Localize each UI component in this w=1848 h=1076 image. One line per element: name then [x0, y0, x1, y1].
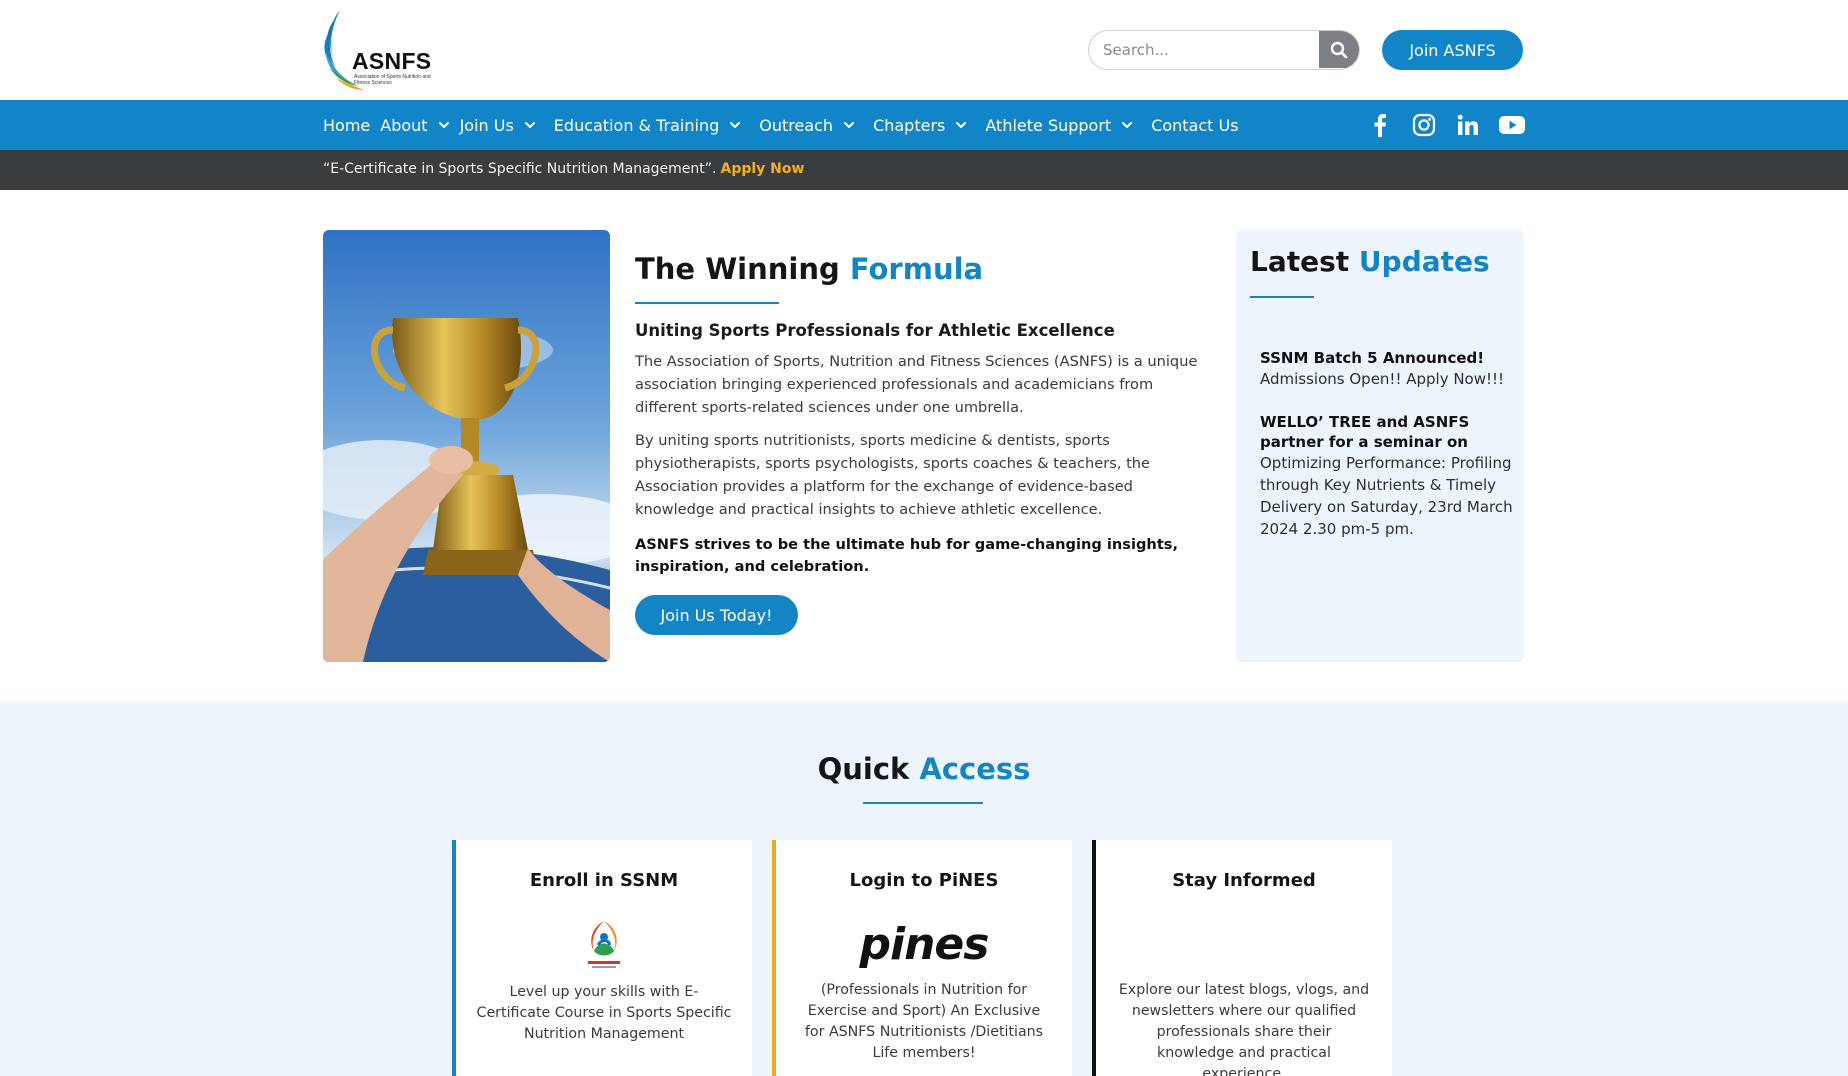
linkedin-icon[interactable] [1454, 111, 1482, 139]
nav-item-label: Contact Us [1151, 115, 1239, 135]
nav-item-label: Education & Training [553, 115, 720, 135]
quick-access-section: Quick Access Enroll in SSNM Level up you… [0, 702, 1848, 1076]
nav-item-education-training[interactable]: Education & Training [554, 116, 741, 135]
hero-title-accent: Formula [849, 252, 984, 286]
logo-text: ASNFS [352, 48, 432, 74]
updates-title-accent: Updates [1358, 245, 1490, 278]
title-underline [635, 302, 779, 304]
nav-item-label: Home [323, 115, 371, 135]
card-description: (Professionals in Nutrition for Exercise… [804, 982, 1044, 1061]
nav-item-chapters[interactable]: Chapters [873, 116, 967, 135]
site-header: ASNFS Association of Sports Nutrition an… [0, 0, 1848, 100]
hero-subheading: Uniting Sports Professionals for Athleti… [635, 321, 1115, 340]
trophy-image [323, 230, 610, 662]
chevron-down-icon [843, 119, 855, 131]
update-item-title: WELLO’ TREE and ASNFS partner for a semi… [1260, 413, 1470, 451]
nav-item-join-us[interactable]: Join Us [460, 116, 536, 135]
asnfs-logo[interactable]: ASNFS Association of Sports Nutrition an… [322, 8, 432, 94]
main-nav: Home About Join Us Education & Training Outr… [0, 100, 1848, 150]
nav-item-label: Join Us [459, 115, 514, 135]
instagram-icon[interactable] [1410, 111, 1438, 139]
latest-updates-panel: Latest Updates SSNM Batch 5 Announced! A… [1236, 230, 1524, 662]
card-title: Enroll in SSNM [529, 870, 679, 891]
card-title: Stay Informed [1172, 870, 1316, 891]
update-item-body: Optimizing Performance: Profiling throug… [1260, 454, 1513, 538]
chevron-down-icon [1121, 119, 1133, 131]
nav-item-home[interactable]: Home [323, 116, 370, 135]
search-button[interactable] [1319, 31, 1359, 68]
update-item[interactable]: SSNM Batch 5 Announced! Admissions Open!… [1260, 348, 1522, 390]
update-item-title: SSNM Batch 5 Announced! [1260, 349, 1485, 367]
nav-item-label: Athlete Support [985, 115, 1112, 135]
pines-logo-text: pines [859, 918, 990, 970]
enroll-ssnm-card[interactable]: Enroll in SSNM Level up your skills with… [452, 840, 752, 1076]
nav-item-label: About [380, 115, 428, 135]
join-asnfs-button[interactable]: Join ASNFS [1382, 30, 1523, 70]
card-title: Login to PiNES [849, 870, 999, 891]
apply-now-link[interactable]: Apply Now [720, 161, 804, 177]
pines-logo-icon: pines [776, 916, 1072, 972]
search-box [1088, 30, 1360, 70]
hero-paragraph-bold: ASNFS strives to be the ultimate hub for… [635, 536, 1179, 575]
ssnm-logo-icon [456, 916, 752, 972]
quick-access-title-plain: Quick [817, 752, 910, 786]
hero-title: The Winning Formula [635, 252, 1215, 286]
social-links [1366, 100, 1526, 150]
hero-paragraph-1: The Association of Sports, Nutrition and… [635, 353, 1198, 416]
logo-subtext: Association of Sports Nutrition and Fitn… [354, 74, 431, 86]
hero-content: The Winning Formula Uniting Sports Profe… [635, 252, 1215, 635]
chevron-down-icon [438, 119, 450, 131]
update-item[interactable]: WELLO’ TREE and ASNFS partner for a semi… [1260, 412, 1522, 540]
card-description: Level up your skills with E-Certificate … [476, 984, 732, 1042]
quick-access-underline [863, 802, 983, 804]
search-input[interactable] [1089, 31, 1321, 68]
card-description: Explore our latest blogs, vlogs, and new… [1118, 982, 1370, 1076]
chevron-down-icon [729, 119, 741, 131]
quick-access-title-accent: Access [919, 752, 1031, 786]
stay-informed-card[interactable]: Stay Informed Explore our latest blogs, … [1092, 840, 1392, 1076]
nav-menu: Home About Join Us Education & Training Outr… [323, 100, 1239, 150]
updates-underline [1250, 296, 1314, 298]
facebook-icon[interactable] [1366, 111, 1394, 139]
announcement-bar: “E-Certificate in Sports Specific Nutrit… [0, 150, 1848, 190]
update-item-body: Admissions Open!! Apply Now!!! [1260, 370, 1505, 388]
login-pines-card[interactable]: Login to PiNES pines (Professionals in N… [772, 840, 1072, 1076]
youtube-icon[interactable] [1498, 111, 1526, 139]
join-us-today-button[interactable]: Join Us Today! [635, 595, 798, 635]
nav-item-outreach[interactable]: Outreach [759, 116, 855, 135]
hero-paragraph-2: By uniting sports nutritionists, sports … [635, 432, 1151, 518]
chevron-down-icon [955, 119, 967, 131]
chevron-down-icon [524, 119, 536, 131]
nav-item-label: Chapters [873, 115, 946, 135]
nav-item-contact-us[interactable]: Contact Us [1151, 116, 1238, 135]
nav-item-about[interactable]: About [380, 116, 449, 135]
nav-item-label: Outreach [759, 115, 834, 135]
quick-access-title: Quick Access [0, 752, 1848, 786]
announcement-text: “E-Certificate in Sports Specific Nutrit… [323, 161, 804, 177]
updates-list: SSNM Batch 5 Announced! Admissions Open!… [1260, 348, 1522, 562]
hero-title-plain: The Winning [635, 252, 840, 286]
nav-item-athlete-support[interactable]: Athlete Support [985, 116, 1133, 135]
updates-title-plain: Latest [1250, 245, 1350, 278]
search-icon [1330, 41, 1348, 58]
announcement-message: “E-Certificate in Sports Specific Nutrit… [323, 161, 717, 177]
updates-title: Latest Updates [1250, 245, 1490, 278]
trophy-photo [323, 230, 610, 662]
